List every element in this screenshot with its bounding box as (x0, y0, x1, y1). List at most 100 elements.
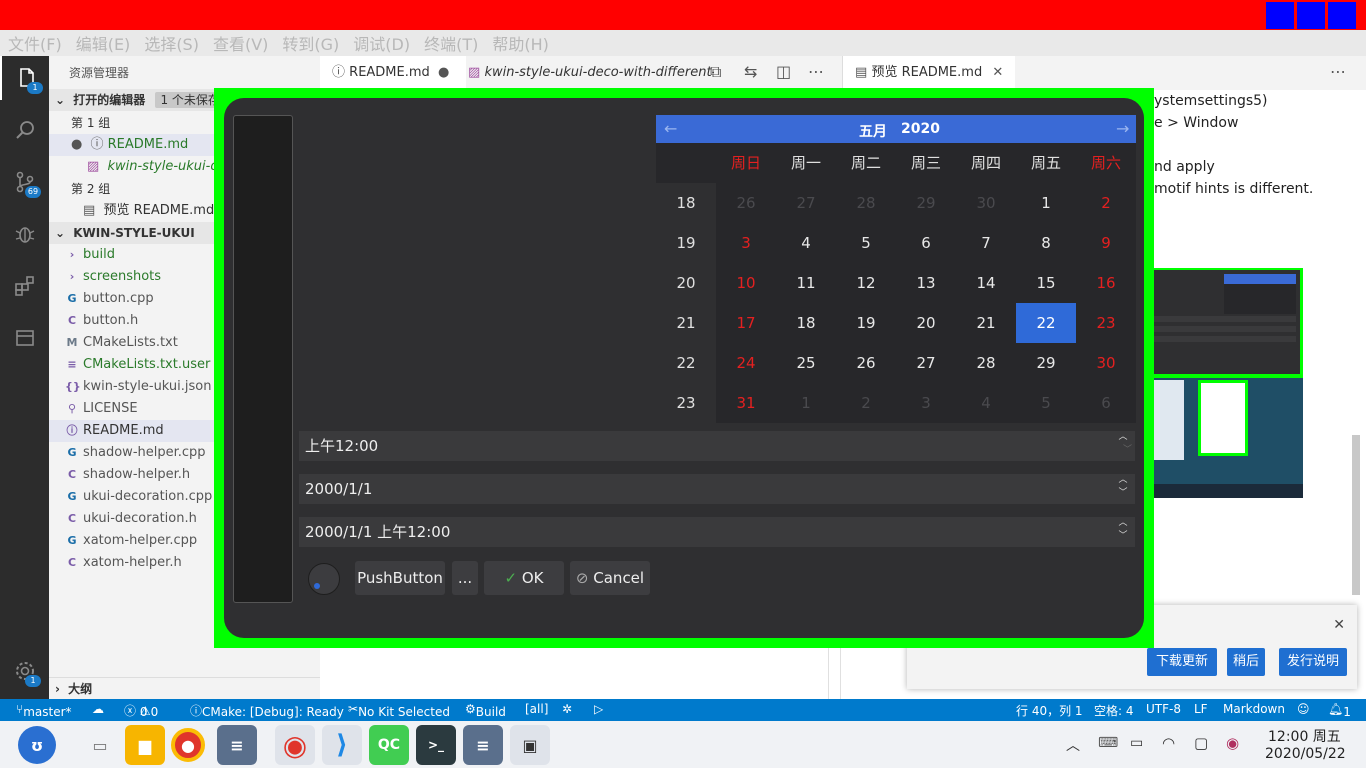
calendar-day[interactable]: 29 (1016, 343, 1076, 383)
message-icon[interactable]: ▢ (1194, 734, 1208, 752)
calendar-day[interactable]: 5 (836, 223, 896, 263)
calendar-day[interactable]: 22 (1016, 303, 1076, 343)
menu-view[interactable]: 查看(V) (213, 31, 268, 55)
search-icon[interactable] (0, 108, 49, 152)
calendar-day[interactable]: 6 (1076, 383, 1136, 423)
indentation[interactable]: 空格: 4 (1094, 702, 1134, 719)
calendar-day[interactable]: 28 (956, 343, 1016, 383)
calendar-day[interactable]: 9 (1076, 223, 1136, 263)
close-icon[interactable]: ✕ (1333, 617, 1345, 633)
more-button[interactable]: ... (452, 561, 478, 595)
list-panel[interactable] (233, 115, 293, 603)
control-center-icon[interactable]: ≡ (217, 725, 257, 765)
menu-go[interactable]: 转到(G) (282, 31, 339, 55)
calendar-day[interactable]: 2 (1076, 183, 1136, 223)
push-button[interactable]: PushButton (355, 561, 445, 595)
spin-arrows-icon[interactable]: ︿ ﹀ (1117, 474, 1129, 504)
calendar-day[interactable]: 5 (1016, 383, 1076, 423)
menu-help[interactable]: 帮助(H) (492, 31, 549, 55)
calendar-day[interactable]: 13 (896, 263, 956, 303)
calendar-day[interactable]: 11 (776, 263, 836, 303)
build-button[interactable]: ⚙ Build (465, 702, 506, 719)
spin-arrows-icon[interactable]: ︿ ﹀ (1117, 517, 1129, 547)
calendar-day[interactable]: 21 (956, 303, 1016, 343)
tab-preview-readme[interactable]: ▤ 预览 README.md ✕ (842, 56, 1015, 90)
calendar-day[interactable]: 30 (956, 183, 1016, 223)
debug-icon[interactable] (0, 212, 49, 256)
more-actions-icon[interactable]: ⋯ (808, 62, 824, 81)
calendar-day[interactable]: 15 (1016, 263, 1076, 303)
calendar-day[interactable]: 3 (716, 223, 776, 263)
calendar-day[interactable]: 7 (956, 223, 1016, 263)
date-edit[interactable]: 2000/1/1 ︿ ﹀ (299, 474, 1135, 504)
encoding[interactable]: UTF-8 (1146, 702, 1181, 716)
calendar-day[interactable]: 3 (896, 383, 956, 423)
time-edit[interactable]: 上午12:00 ︿ ﹀ (299, 431, 1135, 461)
calendar-day[interactable]: 23 (1076, 303, 1136, 343)
debug-icon[interactable]: ✲ (562, 702, 572, 716)
language-mode[interactable]: Markdown (1223, 702, 1285, 716)
calendar-day[interactable]: 20 (896, 303, 956, 343)
calendar-day[interactable]: 4 (776, 223, 836, 263)
calendar-day[interactable]: 17 (716, 303, 776, 343)
kit-status[interactable]: ✂ No Kit Selected (348, 702, 450, 719)
settings-app-icon[interactable]: ≡ (463, 725, 503, 765)
extensions-icon[interactable] (0, 264, 49, 308)
spin-arrows-icon[interactable]: ︿ ﹀ (1117, 431, 1132, 461)
tab-kwin-deco[interactable]: ▨ kwin-style-ukui-deco-with-different-m (456, 56, 714, 90)
prev-month-arrow-icon[interactable]: ← (664, 119, 677, 138)
scrollbar-thumb[interactable] (1352, 435, 1360, 595)
sync-icon[interactable]: ☁ (92, 702, 104, 716)
more-actions-icon[interactable]: ⋯ (1330, 62, 1346, 81)
open-preview-icon[interactable]: ⧉ (710, 62, 721, 82)
calendar-day[interactable]: 27 (896, 343, 956, 383)
remote-explorer-icon[interactable] (0, 316, 49, 360)
calendar-day[interactable]: 18 (776, 303, 836, 343)
chrome-icon[interactable]: ● (171, 728, 205, 762)
calendar-year[interactable]: 2020 (901, 121, 940, 137)
calendar-day[interactable]: 19 (836, 303, 896, 343)
release-notes-button[interactable]: 发行说明 (1279, 648, 1347, 676)
tray-expand-icon[interactable]: ︿ (1066, 735, 1080, 755)
calendar-day[interactable]: 6 (896, 223, 956, 263)
calendar-day[interactable]: 14 (956, 263, 1016, 303)
menu-file[interactable]: 文件(F) (8, 31, 62, 55)
feedback-icon[interactable]: ☺ (1297, 702, 1310, 716)
ime-icon[interactable]: ◉ (1226, 734, 1239, 752)
calendar-day[interactable]: 8 (1016, 223, 1076, 263)
calendar-day[interactable]: 31 (716, 383, 776, 423)
calendar-day[interactable]: 26 (836, 343, 896, 383)
source-control-icon[interactable]: 69 (0, 160, 49, 204)
calendar-day[interactable]: 16 (1076, 263, 1136, 303)
branch-status[interactable]: ⑂ master* (16, 702, 72, 719)
calendar-day[interactable]: 25 (776, 343, 836, 383)
calendar-month[interactable]: 五月 (859, 121, 887, 141)
problems-status[interactable]: ⓧ 0 ⚠ 0 (124, 702, 158, 719)
calendar-day[interactable]: 12 (836, 263, 896, 303)
multitask-view-icon[interactable]: ▭ (80, 725, 120, 765)
ok-button[interactable]: ✓ OK (484, 561, 564, 595)
calendar-day[interactable]: 26 (716, 183, 776, 223)
menu-edit[interactable]: 编辑(E) (76, 31, 131, 55)
qtcreator-icon[interactable]: QC (369, 725, 409, 765)
calendar-day[interactable]: 24 (716, 343, 776, 383)
settings-gear-icon[interactable]: 1 (0, 649, 49, 693)
tab-readme[interactable]: ⓘ README.md ● (320, 56, 466, 90)
later-button[interactable]: 稍后 (1227, 648, 1265, 676)
keyboard-icon[interactable]: ⌨ (1098, 735, 1118, 751)
calendar-day[interactable]: 27 (776, 183, 836, 223)
menu-terminal[interactable]: 终端(T) (424, 31, 478, 55)
calendar-day[interactable]: 1 (776, 383, 836, 423)
chrome-running-icon[interactable]: ◉ (275, 725, 315, 765)
next-month-arrow-icon[interactable]: → (1116, 119, 1129, 138)
app-window-icon[interactable]: ▣ (510, 725, 550, 765)
download-update-button[interactable]: 下载更新 (1147, 648, 1217, 676)
calendar-day[interactable]: 1 (1016, 183, 1076, 223)
clock-date[interactable]: 2020/05/22 (1265, 746, 1346, 762)
notifications-bell[interactable]: 🔔︎ 1 (1328, 702, 1351, 719)
split-editor-icon[interactable]: ◫ (776, 62, 791, 81)
wifi-icon[interactable]: ◠ (1162, 734, 1175, 752)
explorer-icon[interactable]: 1 (0, 56, 51, 100)
cancel-button[interactable]: ⊘ Cancel (570, 561, 650, 595)
compare-changes-icon[interactable]: ⇆ (744, 62, 757, 81)
